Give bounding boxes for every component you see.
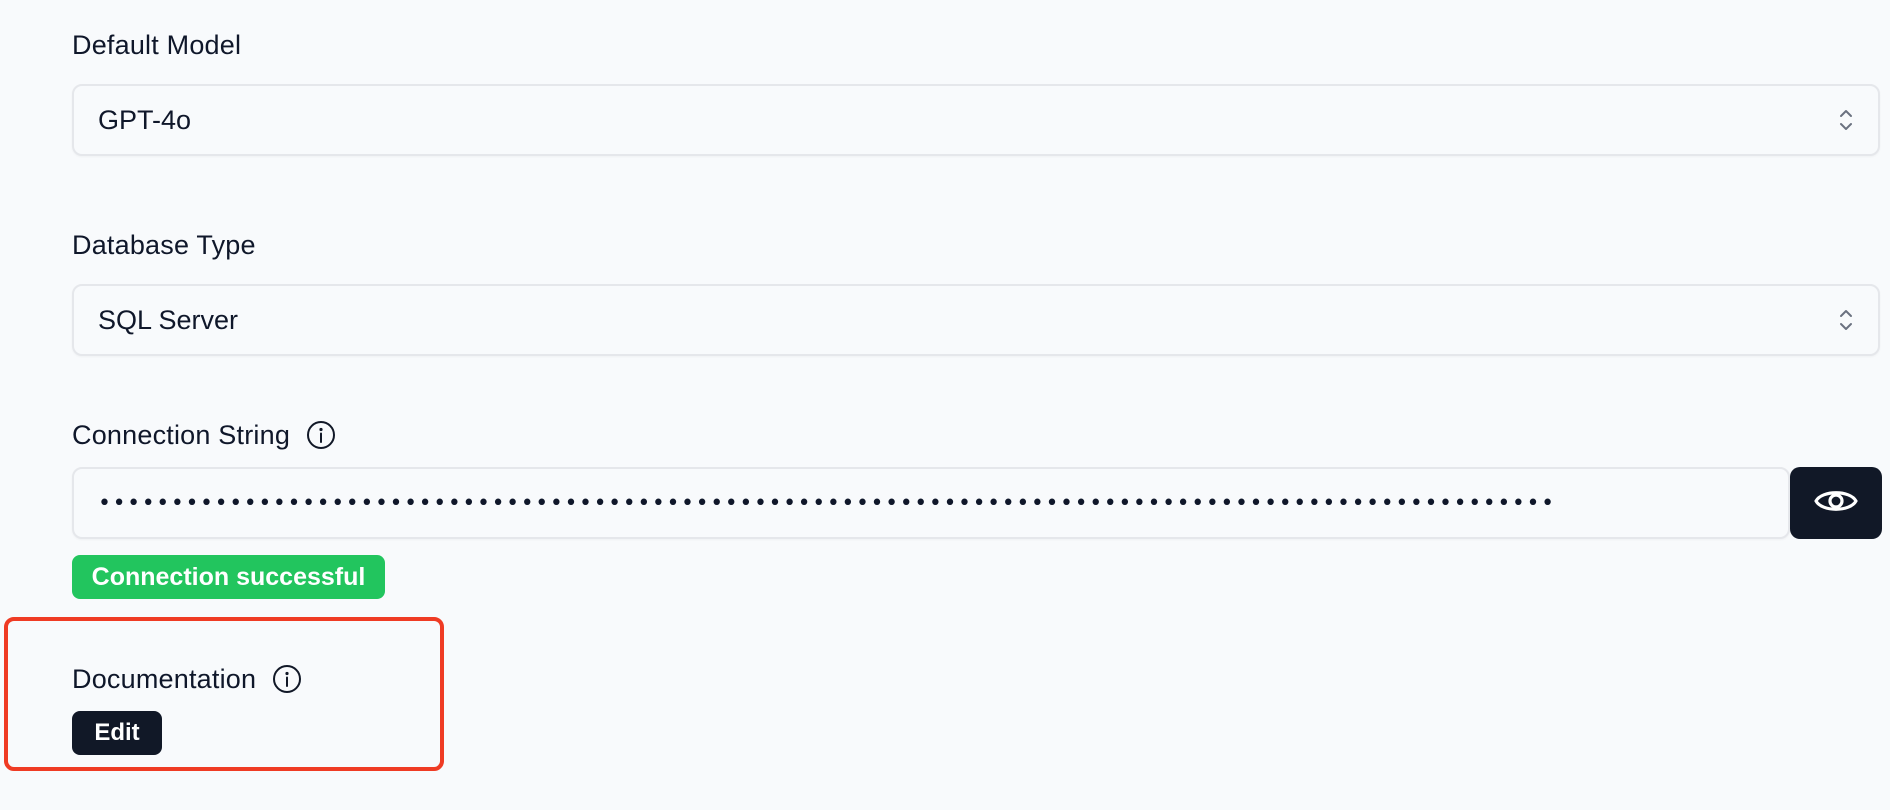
settings-panel: Default Model GPT-4o Database Type SQL S…	[0, 0, 1890, 810]
default-model-select[interactable]: GPT-4o	[72, 84, 1880, 156]
eye-icon	[1813, 485, 1859, 522]
database-type-value: SQL Server	[98, 304, 239, 335]
database-type-label-text: Database Type	[72, 229, 256, 260]
toggle-visibility-button[interactable]	[1790, 467, 1882, 539]
default-model-label-text: Default Model	[72, 29, 242, 60]
connection-status-text: Connection successful	[91, 562, 366, 591]
default-model-label: Default Model	[72, 27, 241, 63]
connection-string-label-text: Connection String	[72, 419, 291, 450]
documentation-label: Documentation	[72, 661, 302, 697]
connection-string-input[interactable]: ••••••••••••••••••••••••••••••••••••••••…	[72, 467, 1790, 539]
chevron-up-down-icon	[1836, 305, 1856, 335]
connection-status-badge: Connection successful	[72, 555, 385, 599]
edit-button-label: Edit	[94, 719, 140, 746]
info-icon[interactable]	[306, 420, 336, 450]
info-icon[interactable]	[272, 664, 302, 694]
connection-string-masked-value: ••••••••••••••••••••••••••••••••••••••••…	[98, 490, 1556, 516]
chevron-up-down-icon	[1836, 105, 1856, 135]
documentation-label-text: Documentation	[72, 663, 257, 694]
database-type-label: Database Type	[72, 227, 256, 263]
default-model-value: GPT-4o	[98, 104, 192, 135]
connection-string-label: Connection String	[72, 417, 336, 453]
edit-documentation-button[interactable]: Edit	[72, 711, 162, 755]
database-type-select[interactable]: SQL Server	[72, 284, 1880, 356]
